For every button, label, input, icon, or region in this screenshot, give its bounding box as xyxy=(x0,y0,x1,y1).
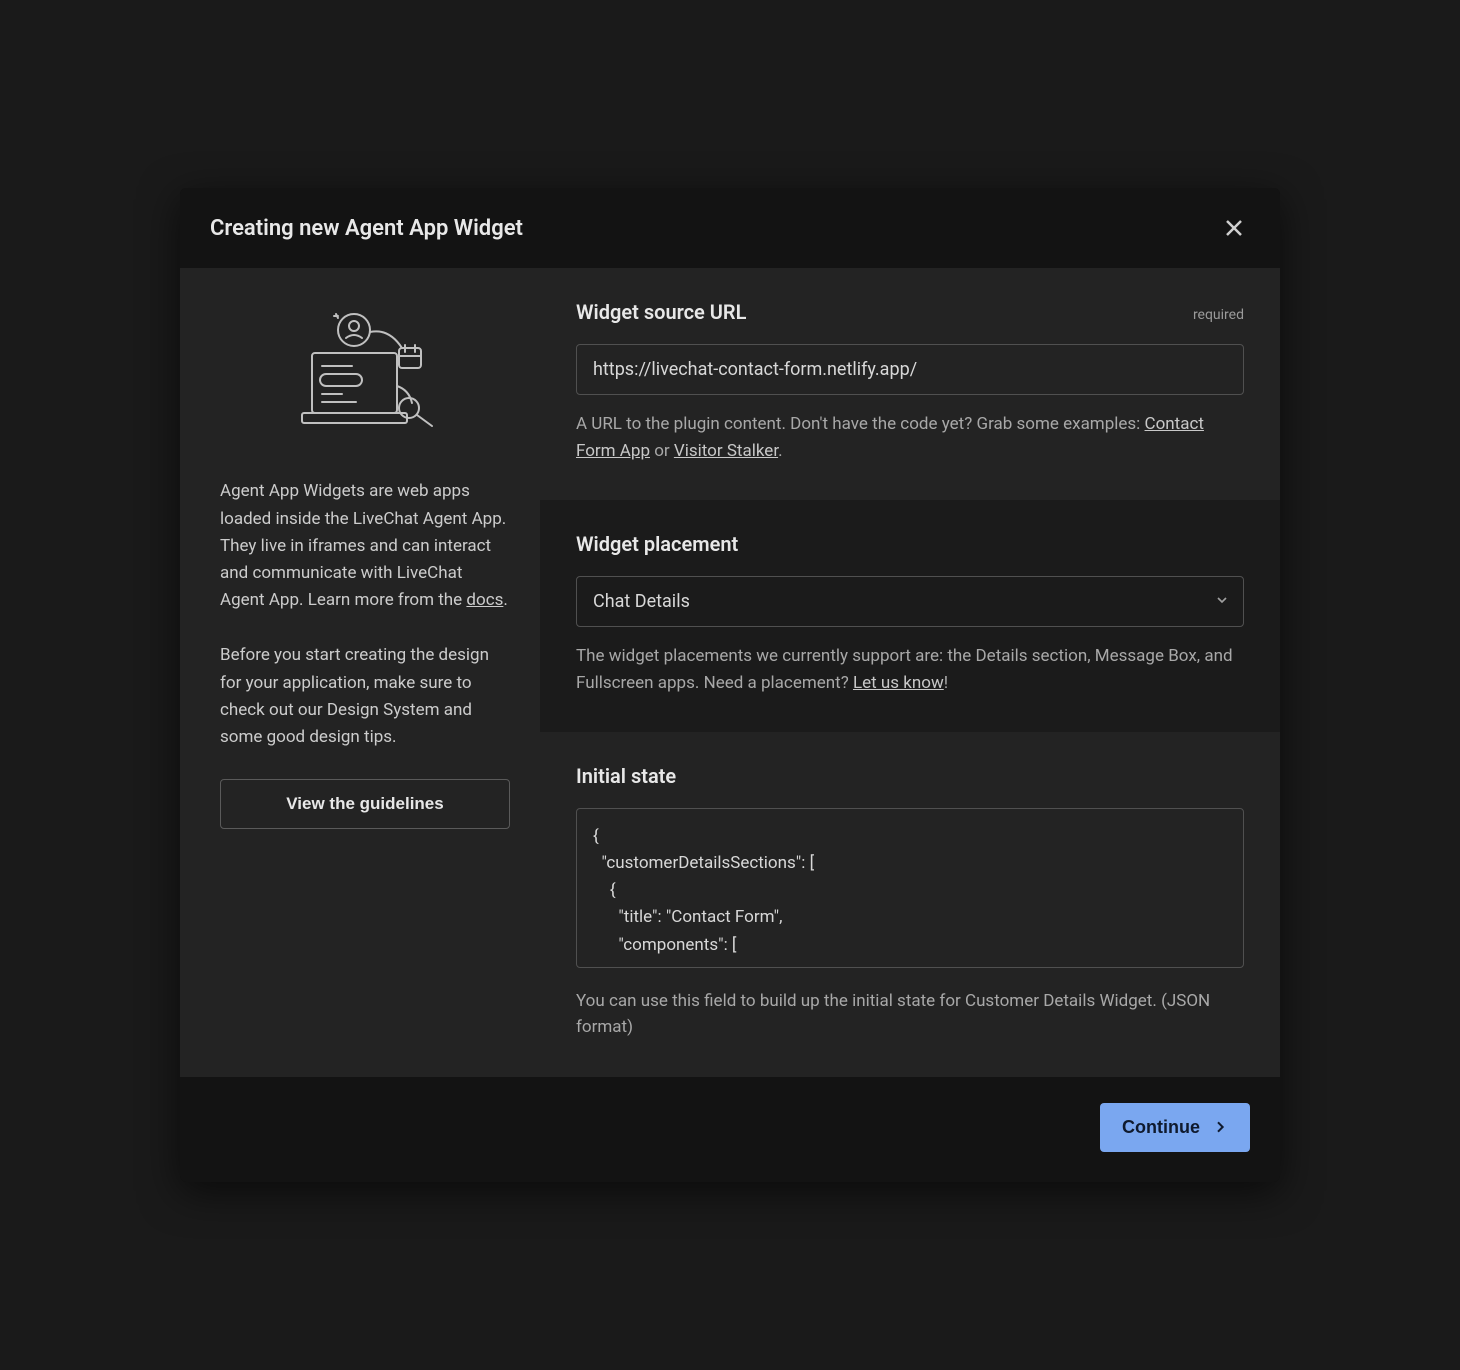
chevron-right-icon xyxy=(1212,1119,1228,1135)
widget-placement-help: The widget placements we currently suppo… xyxy=(576,643,1244,696)
modal-header: Creating new Agent App Widget xyxy=(180,188,1280,268)
initial-state-section: Initial state You can use this field to … xyxy=(540,732,1280,1077)
view-guidelines-button[interactable]: View the guidelines xyxy=(220,779,510,829)
modal-footer: Continue xyxy=(180,1077,1280,1182)
modal-body: Agent App Widgets are web apps loaded in… xyxy=(180,268,1280,1076)
widget-source-url-help: A URL to the plugin content. Don't have … xyxy=(576,411,1244,464)
close-icon xyxy=(1222,216,1246,240)
sidebar-design-text: Before you start creating the design for… xyxy=(220,642,508,751)
initial-state-textarea[interactable] xyxy=(576,808,1244,968)
visitor-stalker-link[interactable]: Visitor Stalker xyxy=(674,441,778,461)
widget-placement-title: Widget placement xyxy=(576,532,738,556)
close-button[interactable] xyxy=(1218,212,1250,244)
initial-state-help: You can use this field to build up the i… xyxy=(576,988,1244,1041)
widget-illustration-icon xyxy=(284,308,444,438)
widget-source-url-title: Widget source URL xyxy=(576,300,746,324)
modal-title: Creating new Agent App Widget xyxy=(210,216,523,241)
initial-state-title: Initial state xyxy=(576,764,676,788)
continue-button[interactable]: Continue xyxy=(1100,1103,1250,1152)
let-us-know-link[interactable]: Let us know xyxy=(853,673,944,693)
widget-placement-section: Widget placement Chat Details The widget… xyxy=(540,500,1280,732)
modal: Creating new Agent App Widget xyxy=(180,188,1280,1181)
required-label: required xyxy=(1193,307,1244,323)
sidebar-intro: Agent App Widgets are web apps loaded in… xyxy=(220,478,508,614)
main-content: Widget source URL required A URL to the … xyxy=(540,268,1280,1076)
widget-source-url-input[interactable] xyxy=(576,344,1244,395)
widget-placement-select[interactable]: Chat Details xyxy=(576,576,1244,627)
docs-link[interactable]: docs xyxy=(466,590,503,610)
widget-source-url-section: Widget source URL required A URL to the … xyxy=(540,268,1280,500)
illustration xyxy=(220,308,508,438)
sidebar: Agent App Widgets are web apps loaded in… xyxy=(180,268,540,1076)
